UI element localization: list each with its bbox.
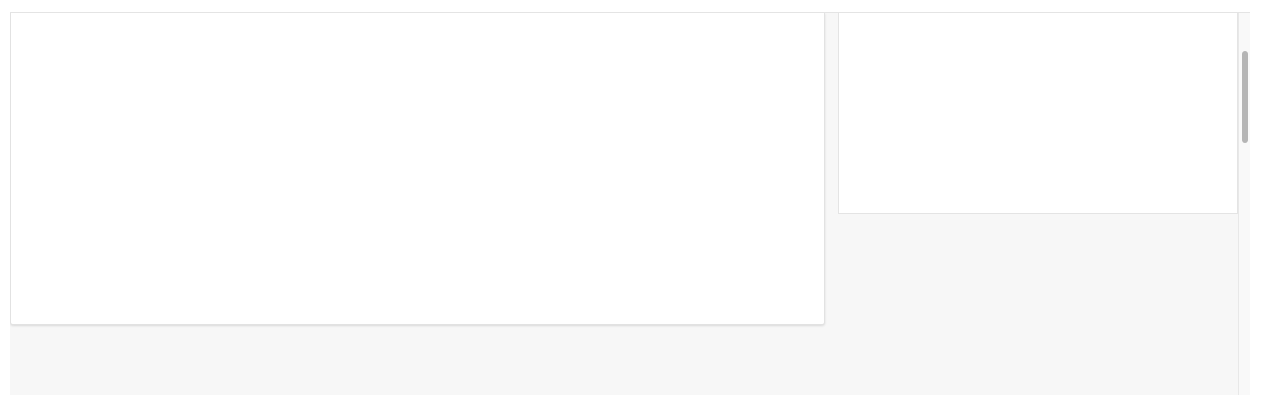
main-content-panel	[10, 13, 825, 325]
vertical-scrollbar[interactable]	[1238, 13, 1250, 395]
side-panel	[838, 13, 1238, 214]
page-viewport	[10, 12, 1250, 395]
scrollbar-thumb[interactable]	[1242, 51, 1248, 143]
